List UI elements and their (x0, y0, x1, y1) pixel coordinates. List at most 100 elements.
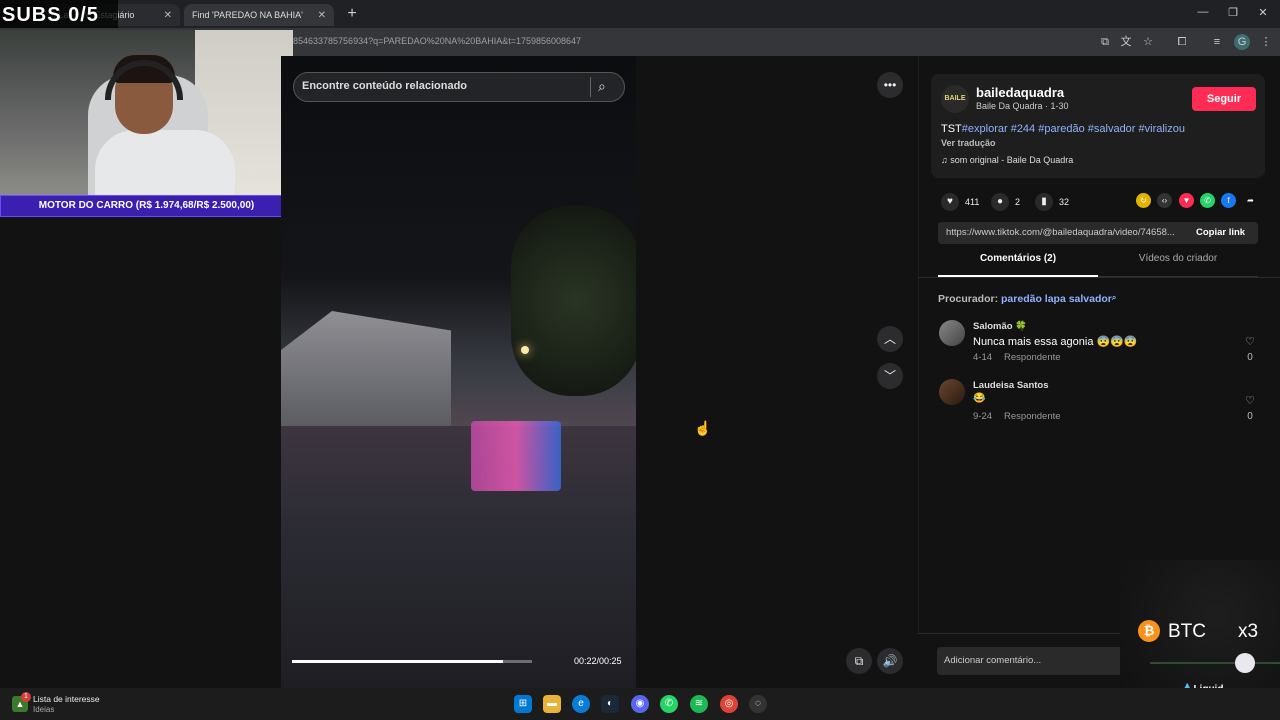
floating-player-icon[interactable]: ⧉ (846, 648, 872, 674)
btc-label: BTC (1168, 621, 1206, 642)
widget-badge: 1 (21, 692, 31, 702)
more-options-icon[interactable]: ••• (877, 72, 903, 98)
comment-like-heart-icon[interactable]: ♡ (1243, 335, 1257, 348)
avatar[interactable] (939, 379, 965, 405)
comment-meta: 9-24 Respondente (973, 411, 1061, 422)
avatar[interactable] (939, 320, 965, 346)
video-player[interactable] (281, 56, 636, 688)
media-icon[interactable]: ≡ (1209, 34, 1225, 50)
mouse-cursor-icon: ☝ (694, 420, 712, 436)
btc-slider-knob[interactable] (1235, 653, 1255, 673)
discord-icon[interactable]: ◉ (631, 695, 649, 713)
minimize-icon[interactable]: — (1192, 6, 1214, 22)
webcam-overlay (0, 30, 293, 198)
comment-date: 4-14 (973, 352, 993, 363)
video-building (281, 311, 451, 441)
install-icon[interactable]: ⧉ (1097, 34, 1113, 50)
save-count: 32 (1059, 197, 1070, 207)
video-time: 00:22/00:25 (574, 656, 622, 666)
widget-title[interactable]: Lista de interesse (33, 694, 100, 704)
extensions-icon[interactable]: ⧠ (1174, 34, 1190, 50)
subs-counter: SUBS 0/5 (2, 4, 99, 26)
chrome-icon[interactable]: ◎ (720, 695, 738, 713)
donation-goal-bar: MOTOR DO CARRO (R$ 1.974,68/R$ 2.500,00) (0, 195, 293, 217)
copy-link-button[interactable]: Copiar link (1196, 227, 1245, 238)
comment-text: 😂 (973, 393, 986, 404)
comment-meta: 4-14 Respondente (973, 352, 1061, 363)
browser-tab-2[interactable]: Find 'PAREDAO NA BAHIA' ✕ (184, 4, 334, 26)
comment-text: Nunca mais essa agonia 😨😨😨 (973, 336, 1138, 348)
widget-subtitle: Ideias (33, 705, 55, 714)
save-button[interactable]: ▮ 32 (1035, 193, 1069, 211)
reply-button[interactable]: Respondente (1004, 352, 1061, 363)
file-explorer-icon[interactable]: ▬ (543, 695, 561, 713)
tab-label: Find 'PAREDAO NA BAHIA' (192, 10, 303, 20)
tab-creator-videos[interactable]: Vídeos do criador (1098, 253, 1258, 277)
bitcoin-icon: ₿ (1138, 620, 1160, 642)
maximize-icon[interactable]: ❐ (1222, 6, 1244, 22)
comment-like-count: 0 (1247, 352, 1253, 363)
chevron-down-icon[interactable]: ﹀ (877, 363, 903, 389)
search-suggestion[interactable]: Procurador: paredão lapa salvador⌕ (938, 293, 1116, 305)
comment-date: 9-24 (973, 411, 993, 422)
whatsapp-icon[interactable]: ✆ (660, 695, 678, 713)
steam-icon[interactable]: ◐ (601, 695, 619, 713)
menu-icon[interactable]: ⋮ (1258, 34, 1274, 50)
see-translation-link[interactable]: Ver tradução (941, 138, 996, 148)
close-tab-icon[interactable]: ✕ (164, 10, 172, 21)
embed-icon[interactable]: ‹› (1157, 193, 1172, 208)
creator-avatar[interactable]: BAILE (941, 85, 969, 113)
repost-icon[interactable]: ↻ (1136, 193, 1151, 208)
btc-multiplier: x3 (1238, 621, 1259, 642)
like-button[interactable]: ♥ 411 (941, 193, 979, 211)
caption-hashtags[interactable]: #explorar #244 #paredão #salvador #viral… (962, 123, 1185, 135)
star-icon[interactable]: ☆ (1140, 34, 1156, 50)
app-icon[interactable]: ◌ (749, 695, 767, 713)
search-suggestion-query[interactable]: paredão lapa salvador (1001, 293, 1112, 305)
add-comment-input[interactable]: Adicionar comentário... (937, 647, 1120, 675)
search-divider (590, 77, 591, 97)
bookmark-icon: ▮ (1035, 193, 1053, 211)
btc-slider-track[interactable] (1150, 662, 1280, 664)
volume-icon[interactable]: 🔊 (877, 648, 903, 674)
windows-start-icon[interactable]: ⊞ (514, 695, 532, 713)
send-icon[interactable]: ▼ (1179, 193, 1194, 208)
webcam-shirt (95, 130, 235, 198)
close-window-icon[interactable]: ✕ (1252, 6, 1274, 22)
new-tab-button[interactable]: + (342, 5, 362, 23)
url-text[interactable]: 854633785756934?q=PAREDAO%20NA%20BAHIA&t… (293, 36, 581, 46)
facebook-icon[interactable]: f (1221, 193, 1236, 208)
related-search-placeholder: Encontre conteúdo relacionado (302, 80, 468, 92)
video-streetlight (521, 346, 529, 354)
comment-icon: ● (991, 193, 1009, 211)
caption-prefix: TST (941, 123, 962, 135)
whatsapp-icon[interactable]: ✆ (1200, 193, 1215, 208)
tabs-divider (918, 277, 1280, 278)
comment-author[interactable]: Salomão 🍀 (973, 321, 1027, 332)
profile-icon[interactable]: G (1234, 34, 1250, 50)
close-tab-icon[interactable]: ✕ (318, 10, 326, 21)
video-crowd (281, 426, 636, 688)
comment-count: 2 (1015, 197, 1021, 207)
comment-like-heart-icon[interactable]: ♡ (1243, 394, 1257, 407)
creator-username[interactable]: bailedaquadra (976, 85, 1064, 100)
share-arrow-icon[interactable]: ➦ (1243, 193, 1258, 208)
creator-subtitle: Baile Da Quadra · 1-30 (976, 101, 1069, 111)
music-link[interactable]: ♫ som original - Baile Da Quadra (941, 155, 1073, 165)
edge-icon[interactable]: e (572, 695, 590, 713)
tab-comments[interactable]: Comentários (2) (938, 253, 1098, 277)
follow-button[interactable]: Seguir (1192, 87, 1256, 111)
translate-icon[interactable]: 文 (1118, 34, 1134, 50)
video-progress-bar[interactable] (292, 660, 532, 663)
post-link-text[interactable]: https://www.tiktok.com/@bailedaquadra/vi… (946, 227, 1186, 238)
spotify-icon[interactable]: ≋ (690, 695, 708, 713)
like-count: 411 (965, 197, 980, 207)
search-icon[interactable]: ⌕ (598, 78, 606, 95)
video-progress-fill (292, 660, 504, 663)
comment-author[interactable]: Laudeisa Santos (973, 380, 1049, 391)
chevron-up-icon[interactable]: ︿ (877, 326, 903, 352)
reply-button[interactable]: Respondente (1004, 411, 1061, 422)
search-suggestion-label: Procurador: (938, 293, 1002, 305)
comment-like-count: 0 (1247, 411, 1253, 422)
comment-button[interactable]: ● 2 (991, 193, 1020, 211)
